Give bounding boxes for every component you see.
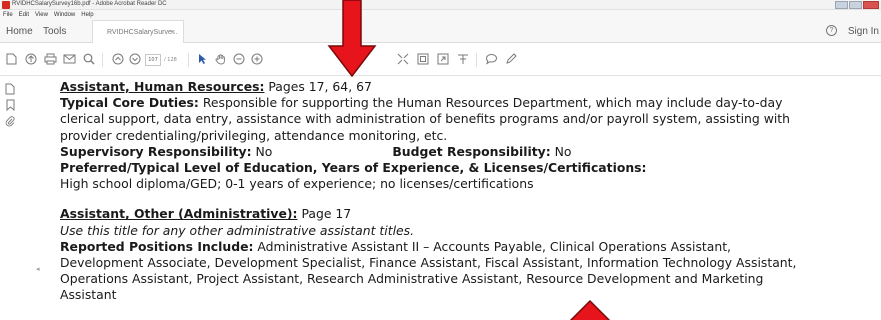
- reported-line: Development Associate, Development Speci…: [60, 255, 797, 271]
- search-icon[interactable]: [82, 52, 96, 66]
- upload-icon[interactable]: [24, 52, 38, 66]
- menu-bar: File Edit View Window Help: [0, 10, 881, 20]
- acrobat-app-icon: [2, 1, 10, 9]
- page-number-input[interactable]: 107: [145, 54, 161, 66]
- menu-help[interactable]: Help: [81, 10, 93, 20]
- minimize-button[interactable]: [835, 1, 848, 9]
- education-value: High school diploma/GED; 0-1 years of ex…: [60, 176, 534, 192]
- toolbar: 107 / 128: [0, 44, 881, 76]
- toolbar-separator: [188, 53, 189, 67]
- usage-note: Use this title for any other administrat…: [60, 222, 415, 238]
- previous-page-icon[interactable]: [111, 52, 125, 66]
- reported-line: Operations Assistant, Project Assistant,…: [60, 271, 764, 287]
- duties-line: provider credentialing/privileging, atte…: [60, 127, 448, 143]
- reported-line: Reported Positions Include: Administrati…: [60, 239, 880, 255]
- next-page-icon[interactable]: [128, 52, 142, 66]
- window-controls: [835, 1, 879, 9]
- hand-tool-icon[interactable]: [214, 52, 228, 66]
- comment-icon[interactable]: [484, 52, 498, 66]
- tab-document[interactable]: RVIDHCSalarySurve... ×: [92, 20, 184, 43]
- red-arrow-down-annotation: [327, 0, 377, 78]
- reported-text: Administrative Assistant II – Accounts P…: [253, 238, 731, 254]
- tab-bar: Home Tools RVIDHCSalarySurve... × ? Sign…: [0, 20, 881, 43]
- navigation-pane: [0, 77, 22, 320]
- sign-in-link[interactable]: Sign In: [848, 20, 879, 43]
- job-title: Assistant, Other (Administrative):: [60, 206, 298, 222]
- print-icon[interactable]: [43, 52, 57, 66]
- read-mode-icon[interactable]: [436, 52, 450, 66]
- zoom-in-icon[interactable]: [250, 52, 264, 66]
- budget-label: Budget Responsibility:: [392, 143, 551, 159]
- close-tab-icon[interactable]: ×: [171, 21, 175, 44]
- supervisory-label: Supervisory Responsibility:: [60, 143, 252, 159]
- window-titlebar: RVIDHCSalarySurvey16b.pdf - Adobe Acroba…: [0, 0, 881, 10]
- entry-heading-hr: Assistant, Human Resources: Pages 17, 64…: [60, 79, 880, 95]
- toolbar-separator: [476, 53, 477, 67]
- menu-edit[interactable]: Edit: [19, 10, 29, 20]
- help-icon[interactable]: ?: [826, 25, 837, 36]
- sign-icon[interactable]: [504, 52, 518, 66]
- document-page-content: Assistant, Human Resources: Pages 17, 64…: [60, 79, 880, 304]
- education-label: Preferred/Typical Level of Education, Ye…: [60, 160, 647, 176]
- red-arrow-up-annotation: [569, 300, 611, 320]
- duties-line: clerical support, data entry, assistance…: [60, 111, 791, 127]
- maximize-button[interactable]: [849, 1, 862, 9]
- duties-line: Typical Core Duties: Responsible for sup…: [60, 95, 880, 111]
- menu-view[interactable]: View: [35, 10, 48, 20]
- page-total-label: / 128: [164, 57, 177, 63]
- email-icon[interactable]: [62, 52, 76, 66]
- responsibility-line: Supervisory Responsibility: No Budget Re…: [60, 144, 880, 160]
- tab-document-label: RVIDHCSalarySurve...: [107, 29, 178, 36]
- duties-text: Responsible for supporting the Human Res…: [198, 95, 783, 111]
- duties-label: Typical Core Duties:: [60, 95, 199, 111]
- tab-tools[interactable]: Tools: [43, 20, 66, 43]
- job-title: Assistant, Human Resources:: [60, 79, 265, 94]
- reported-label: Reported Positions Include:: [60, 238, 254, 254]
- reported-line: Assistant: [60, 287, 117, 303]
- fit-page-icon[interactable]: [396, 52, 410, 66]
- menu-window[interactable]: Window: [54, 10, 75, 20]
- tab-home[interactable]: Home: [6, 20, 33, 43]
- zoom-out-icon[interactable]: [232, 52, 246, 66]
- full-screen-icon[interactable]: [416, 52, 430, 66]
- toolbar-separator: [102, 53, 103, 67]
- job-pages: Page 17: [297, 206, 352, 222]
- supervisory-value: No: [251, 143, 273, 159]
- menu-file[interactable]: File: [3, 10, 13, 20]
- budget-value: No: [550, 143, 572, 159]
- form-tool-icon[interactable]: [456, 52, 470, 66]
- create-pdf-icon[interactable]: [4, 52, 18, 66]
- entry-heading-admin: Assistant, Other (Administrative): Page …: [60, 206, 880, 222]
- collapse-pane-icon[interactable]: ◂: [36, 265, 40, 273]
- bookmark-icon[interactable]: [4, 99, 16, 112]
- close-window-button[interactable]: [863, 1, 879, 9]
- job-pages: Pages 17, 64, 67: [264, 79, 372, 94]
- select-cursor-icon[interactable]: [196, 52, 210, 66]
- page-thumbnails-icon[interactable]: [4, 83, 16, 95]
- attachment-icon[interactable]: [4, 115, 16, 127]
- window-title: RVIDHCSalarySurvey16b.pdf - Adobe Acroba…: [12, 1, 167, 7]
